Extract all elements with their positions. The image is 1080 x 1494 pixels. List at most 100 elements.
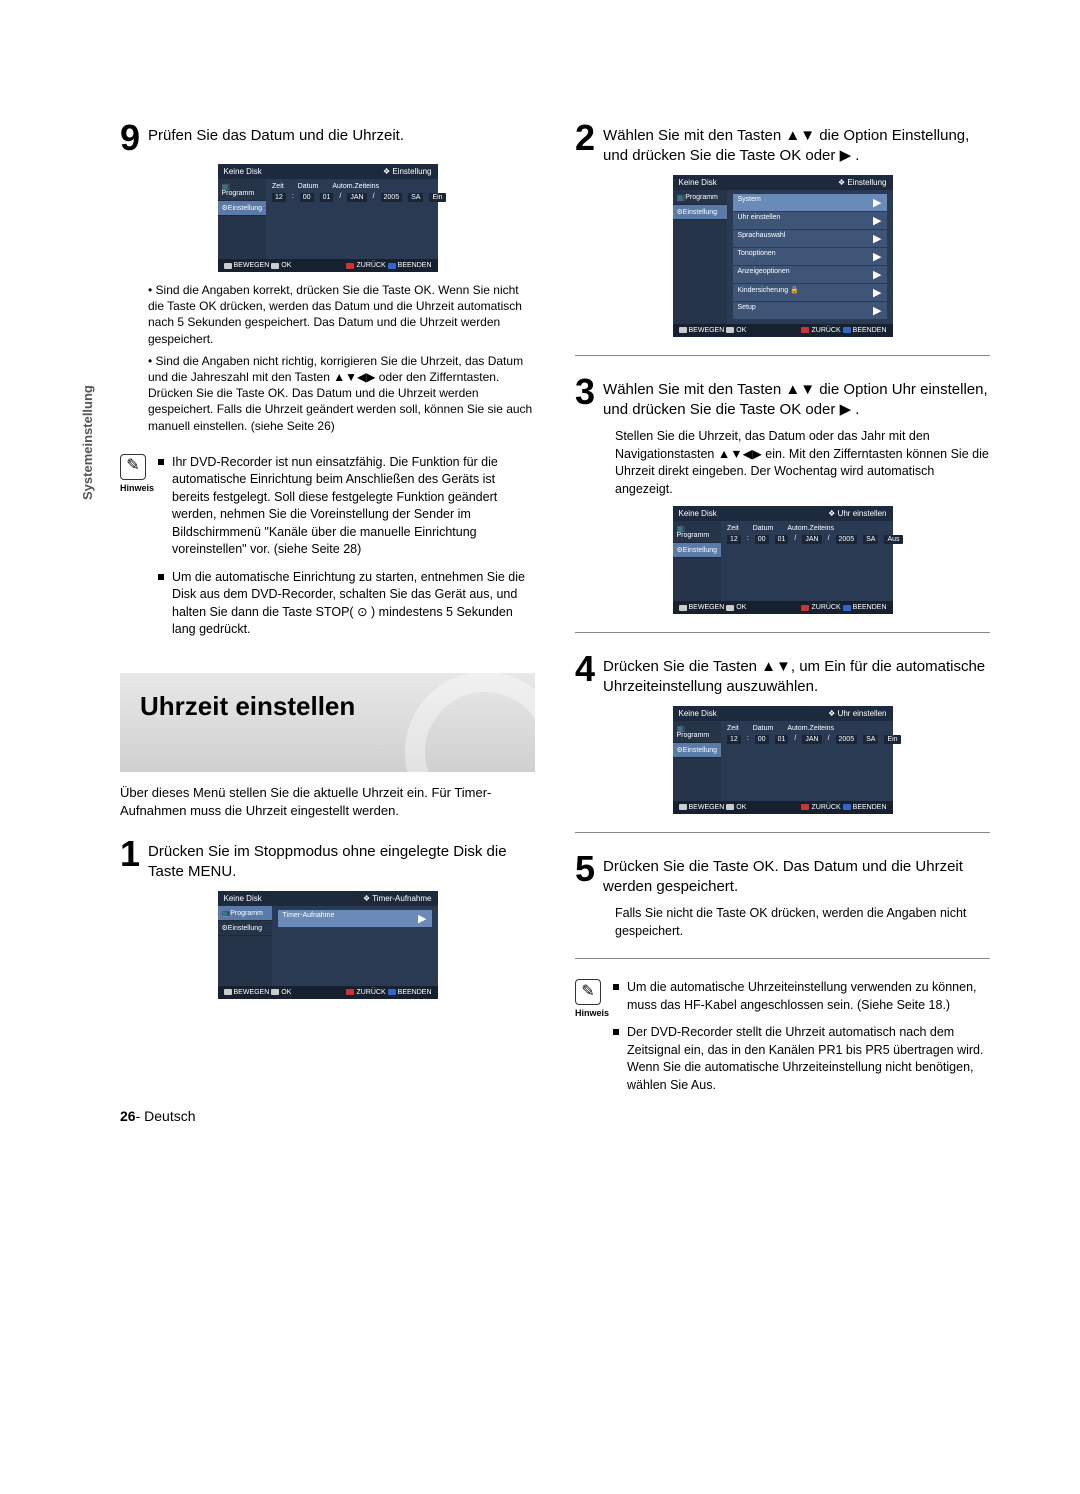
manual-page: Systemeinstellung 9 Prüfen Sie das Datum… bbox=[0, 0, 1080, 1164]
osd-time-row: 12:00 01/JAN/2005 SA Aus bbox=[727, 535, 902, 544]
separator bbox=[575, 832, 990, 833]
osd-side-item: 📺Programm bbox=[218, 179, 267, 201]
osd-hint: BEWEGEN OK bbox=[679, 804, 747, 811]
note-item: Ihr DVD-Recorder ist nun einsatzfähig. D… bbox=[172, 454, 535, 559]
osd-breadcrumb: ❖ Uhr einstellen bbox=[828, 509, 886, 518]
osd-menu-item: Timer-Aufnahme▶ bbox=[278, 910, 432, 927]
note-item: Der DVD-Recorder stellt die Uhrzeit auto… bbox=[627, 1024, 990, 1094]
osd-status: Keine Disk bbox=[679, 709, 717, 718]
osd-hint: BEWEGEN OK bbox=[224, 989, 292, 996]
step-number: 2 bbox=[575, 120, 595, 156]
osd-menu-item: Uhr einstellen▶ bbox=[733, 212, 887, 229]
note-bullet: • Sind die Angaben korrekt, drücken Sie … bbox=[148, 282, 535, 347]
bullet-icon bbox=[158, 574, 164, 580]
right-column: 2 Wählen Sie mit den Tasten ▲▼ die Optio… bbox=[575, 120, 990, 1124]
osd-col-head: Datum bbox=[753, 525, 774, 532]
step-1: 1 Drücken Sie im Stoppmodus ohne eingele… bbox=[120, 836, 535, 883]
osd-col-head: Datum bbox=[298, 183, 319, 190]
osd-side-item: ⚙Einstellung bbox=[218, 201, 267, 216]
osd-col-head: Zeit bbox=[727, 725, 739, 732]
separator bbox=[575, 632, 990, 633]
separator bbox=[575, 958, 990, 959]
step-subtext: Falls Sie nicht die Taste OK drücken, we… bbox=[615, 905, 990, 940]
osd-menu-item: Sprachauswahl▶ bbox=[733, 230, 887, 247]
section-heading-clock: Uhrzeit einstellen bbox=[120, 673, 535, 772]
separator bbox=[575, 355, 990, 356]
osd-menu-item: Kindersicherung 🔒▶ bbox=[733, 284, 887, 301]
bullet-icon bbox=[158, 459, 164, 465]
osd-side-item: 📺Programm bbox=[673, 721, 722, 743]
osd-hint: ZURÜCK BEENDEN bbox=[801, 804, 886, 811]
note-icon: ✎ bbox=[575, 979, 601, 1005]
page-number: 26- Deutsch bbox=[120, 1108, 196, 1124]
step-number: 3 bbox=[575, 374, 595, 410]
osd-side-item: ⚙Einstellung bbox=[673, 205, 727, 220]
osd-menu-item: Anzeigeoptionen▶ bbox=[733, 266, 887, 283]
osd-screenshot-step1: Keine Disk ❖ Timer-Aufnahme 📺Programm ⚙E… bbox=[218, 891, 438, 999]
osd-hint: ZURÜCK BEENDEN bbox=[346, 989, 431, 996]
osd-side-item: 📺Programm bbox=[673, 521, 722, 543]
osd-screenshot-step3: Keine Disk ❖ Uhr einstellen 📺Programm ⚙E… bbox=[673, 506, 893, 614]
bullet-icon bbox=[613, 1029, 619, 1035]
osd-col-head: Autom.Zeiteins bbox=[787, 725, 834, 732]
step-4: 4 Drücken Sie die Tasten ▲▼, um Ein für … bbox=[575, 651, 990, 698]
osd-side-item: 📺Programm bbox=[218, 906, 272, 921]
step-text: Drücken Sie die Tasten ▲▼, um Ein für di… bbox=[603, 651, 990, 698]
note-label: Hinweis bbox=[120, 482, 146, 495]
osd-col-head: Autom.Zeiteins bbox=[332, 183, 379, 190]
osd-status: Keine Disk bbox=[679, 509, 717, 518]
note-item: Um die automatische Einrichtung zu start… bbox=[172, 569, 535, 639]
osd-screenshot-step4: Keine Disk ❖ Uhr einstellen 📺Programm ⚙E… bbox=[673, 706, 893, 814]
step-5: 5 Drücken Sie die Taste OK. Das Datum un… bbox=[575, 851, 990, 898]
step-subtext: Stellen Sie die Uhrzeit, das Datum oder … bbox=[615, 428, 990, 498]
osd-hint: ZURÜCK BEENDEN bbox=[801, 604, 886, 611]
osd-breadcrumb: ❖ Timer-Aufnahme bbox=[363, 894, 432, 903]
note-block-2: ✎ Hinweis Um die automatische Uhrzeitein… bbox=[575, 979, 990, 1104]
osd-screenshot-step2: Keine Disk ❖ Einstellung 📺Programm ⚙Eins… bbox=[673, 175, 893, 337]
osd-menu-item: Tonoptionen▶ bbox=[733, 248, 887, 265]
step9-notes: • Sind die Angaben korrekt, drücken Sie … bbox=[148, 282, 535, 434]
osd-screenshot-step9: Keine Disk ❖ Einstellung 📺Programm ⚙Eins… bbox=[218, 164, 438, 272]
section-intro: Über dieses Menü stellen Sie die aktuell… bbox=[120, 784, 535, 820]
osd-col-head: Autom.Zeiteins bbox=[787, 525, 834, 532]
section-tab-label: Systemeinstellung bbox=[80, 385, 95, 500]
osd-breadcrumb: ❖ Einstellung bbox=[383, 167, 432, 176]
osd-side-item: ⚙Einstellung bbox=[673, 543, 722, 558]
osd-hint: BEWEGEN OK bbox=[224, 262, 292, 269]
osd-col-head: Zeit bbox=[272, 183, 284, 190]
osd-breadcrumb: ❖ Uhr einstellen bbox=[828, 709, 886, 718]
step-number: 9 bbox=[120, 120, 140, 156]
note-block-1: ✎ Hinweis Ihr DVD-Recorder ist nun einsa… bbox=[120, 454, 535, 649]
step-text: Wählen Sie mit den Tasten ▲▼ die Option … bbox=[603, 374, 990, 421]
osd-menu-item: System▶ bbox=[733, 194, 887, 211]
osd-breadcrumb: ❖ Einstellung bbox=[838, 178, 887, 187]
osd-side-item: 📺Programm bbox=[673, 190, 727, 205]
step-3: 3 Wählen Sie mit den Tasten ▲▼ die Optio… bbox=[575, 374, 990, 421]
osd-status: Keine Disk bbox=[224, 894, 262, 903]
note-bullet: • Sind die Angaben nicht richtig, korrig… bbox=[148, 353, 535, 434]
osd-time-row: 12:00 01/JAN/2005 SA Ein bbox=[272, 193, 446, 202]
osd-status: Keine Disk bbox=[679, 178, 717, 187]
osd-side-item: ⚙Einstellung bbox=[218, 921, 272, 936]
osd-col-head: Datum bbox=[753, 725, 774, 732]
note-label: Hinweis bbox=[575, 1007, 601, 1020]
bullet-icon bbox=[613, 984, 619, 990]
osd-hint: BEWEGEN OK bbox=[679, 604, 747, 611]
osd-status: Keine Disk bbox=[224, 167, 262, 176]
left-column: 9 Prüfen Sie das Datum und die Uhrzeit. … bbox=[120, 120, 535, 1124]
step-text: Wählen Sie mit den Tasten ▲▼ die Option … bbox=[603, 120, 990, 167]
osd-side-item: ⚙Einstellung bbox=[673, 743, 722, 758]
step-9: 9 Prüfen Sie das Datum und die Uhrzeit. bbox=[120, 120, 535, 156]
osd-time-row: 12:00 01/JAN/2005 SA Ein bbox=[727, 735, 901, 744]
note-item: Um die automatische Uhrzeiteinstellung v… bbox=[627, 979, 990, 1014]
step-text: Drücken Sie die Taste OK. Das Datum und … bbox=[603, 851, 990, 898]
osd-menu-item: Setup▶ bbox=[733, 302, 887, 319]
osd-hint: BEWEGEN OK bbox=[679, 327, 747, 334]
step-text: Prüfen Sie das Datum und die Uhrzeit. bbox=[148, 120, 404, 146]
osd-col-head: Zeit bbox=[727, 525, 739, 532]
osd-hint: ZURÜCK BEENDEN bbox=[801, 327, 886, 334]
step-number: 4 bbox=[575, 651, 595, 687]
note-icon: ✎ bbox=[120, 454, 146, 480]
osd-hint: ZURÜCK BEENDEN bbox=[346, 262, 431, 269]
step-number: 5 bbox=[575, 851, 595, 887]
